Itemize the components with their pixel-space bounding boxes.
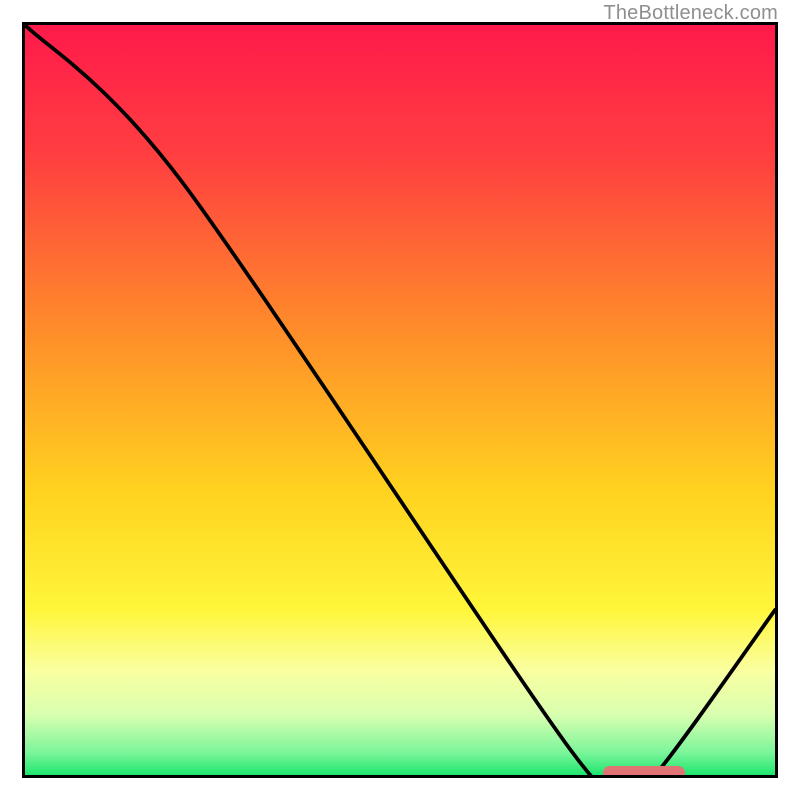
chart-curve	[25, 25, 775, 775]
chart-frame	[22, 22, 778, 778]
bottleneck-curve-path	[25, 25, 775, 775]
optimal-range-marker	[603, 766, 686, 778]
